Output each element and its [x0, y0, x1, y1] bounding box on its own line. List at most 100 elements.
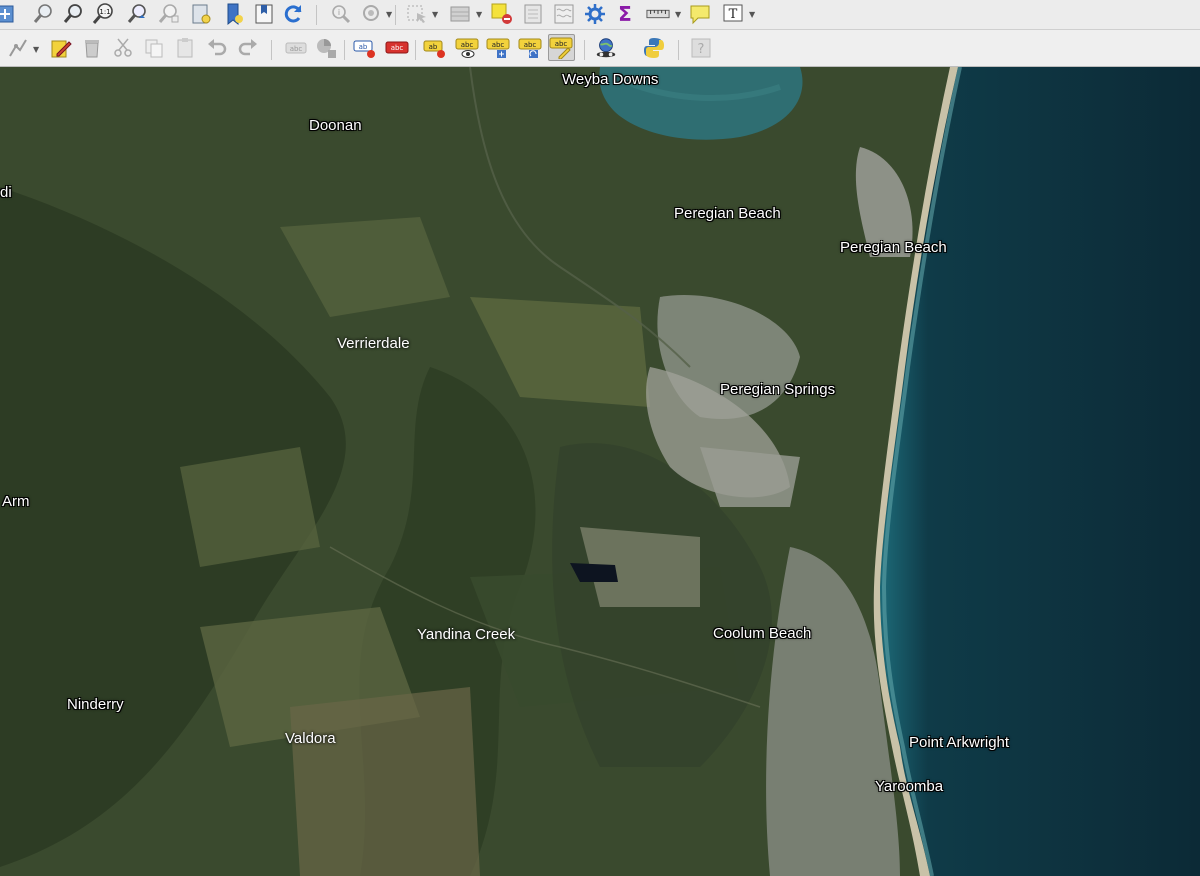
place-label-peregian-springs[interactable]: Peregian Springs [720, 381, 835, 398]
zoom-out-button[interactable] [62, 2, 86, 26]
digitizing-and-labels-toolbar: ▼ abc ab abc ab abc abc abc abc ? [0, 30, 1200, 67]
rotate-label-icon: abc [518, 38, 542, 58]
place-label-yandina-creek[interactable]: Yandina Creek [417, 626, 515, 643]
pin-unpin-labels-button[interactable]: ab [423, 36, 447, 60]
deselect-all-button[interactable] [490, 2, 514, 26]
text-annotation-button[interactable]: T [721, 2, 745, 26]
undo-button[interactable] [205, 36, 229, 60]
field-calculator-button[interactable] [521, 2, 545, 26]
map-tips-button[interactable] [688, 2, 712, 26]
toolbar-separator [415, 40, 416, 60]
sigma-button[interactable]: Σ [613, 2, 637, 26]
text-annotation-dropdown-arrow[interactable]: ▼ [749, 10, 755, 19]
digitize-dropdown-arrow[interactable]: ▼ [33, 45, 39, 54]
svg-text:1:1: 1:1 [99, 8, 110, 16]
place-label-doonan[interactable]: Doonan [309, 117, 362, 134]
place-label-peregian-beach[interactable]: Peregian Beach [674, 205, 781, 222]
run-feature-action-icon [363, 5, 379, 21]
new-bookmark-icon [227, 3, 243, 26]
redo-icon [238, 39, 257, 56]
field-calculator-icon [524, 4, 542, 24]
toolbar-separator [584, 40, 585, 60]
place-label-partial-di[interactable]: di [0, 184, 12, 201]
toolbox-gear-button[interactable] [583, 2, 607, 26]
layer-labeling-options-button[interactable]: abc [284, 36, 308, 60]
zoom-native-resolution-button[interactable]: 1:1 [92, 2, 116, 26]
copy-features-button[interactable] [142, 36, 166, 60]
refresh-button[interactable] [281, 2, 305, 26]
layer-labeling-options-icon: abc [285, 42, 307, 54]
new-bookmark-button[interactable] [222, 2, 246, 26]
svg-text:abc: abc [290, 45, 303, 53]
svg-text:abc: abc [555, 40, 568, 48]
cut-features-button[interactable] [111, 36, 135, 60]
run-feature-action-dropdown-arrow[interactable]: ▼ [386, 10, 392, 19]
show-hide-labels-icon: abc [455, 38, 479, 58]
help-whats-this-button[interactable]: ? [689, 36, 713, 60]
delete-selected-button[interactable] [80, 36, 104, 60]
toolbar-separator [271, 40, 272, 60]
zoom-last-button[interactable] [125, 2, 149, 26]
run-feature-action-button[interactable] [360, 2, 384, 26]
highlight-pinned-labels-button[interactable]: ab [353, 36, 377, 60]
toggle-editing-button[interactable] [49, 36, 73, 60]
zoom-last-icon [127, 4, 146, 23]
paste-features-icon [177, 38, 193, 58]
open-attribute-table-dropdown-arrow[interactable]: ▼ [476, 10, 482, 19]
place-label-yaroomba[interactable]: Yaroomba [875, 778, 943, 795]
measure-line-button[interactable] [646, 2, 672, 26]
place-label-verrierdale[interactable]: Verrierdale [337, 335, 410, 352]
place-label-point-arkwright[interactable]: Point Arkwright [909, 734, 1009, 751]
toggle-display-unplaced-labels-button[interactable]: abc [385, 36, 409, 60]
show-hide-labels-button[interactable]: abc [455, 36, 479, 60]
place-label-valdora[interactable]: Valdora [285, 730, 336, 747]
place-label-coolum-beach[interactable]: Coolum Beach [713, 625, 811, 642]
paste-features-button[interactable] [173, 36, 197, 60]
svg-text:abc: abc [391, 44, 404, 52]
open-attribute-table-button[interactable] [448, 2, 472, 26]
sigma-icon: Σ [618, 2, 632, 26]
svg-text:ab: ab [429, 43, 438, 51]
toggle-display-unplaced-labels-icon: abc [385, 41, 409, 54]
toolbar-separator [316, 5, 317, 25]
map-navigation-toolbar: 1:1 i ▼ ▼ ▼ Σ ▼ T ▼ [0, 0, 1200, 30]
place-label-ninderry[interactable]: Ninderry [67, 696, 124, 713]
deselect-all-icon [491, 3, 512, 24]
identify-features-button[interactable]: i [328, 2, 352, 26]
select-features-button[interactable] [405, 2, 429, 26]
place-label-peregian-beach-coast[interactable]: Peregian Beach [840, 239, 947, 256]
identify-features-icon: i [332, 5, 351, 24]
undo-icon [208, 39, 227, 56]
svg-text:i: i [338, 8, 340, 17]
pan-map-to-selection-button[interactable] [0, 2, 18, 26]
svg-text:?: ? [698, 42, 705, 57]
zoom-next-button[interactable] [157, 2, 181, 26]
select-features-icon [407, 5, 426, 23]
statistical-summary-button[interactable] [552, 2, 576, 26]
svg-text:abc: abc [492, 41, 505, 49]
redo-button[interactable] [236, 36, 260, 60]
select-features-dropdown-arrow[interactable]: ▼ [432, 10, 438, 19]
rotate-label-button[interactable]: abc [518, 36, 542, 60]
show-bookmarks-button[interactable] [252, 2, 276, 26]
measure-dropdown-arrow[interactable]: ▼ [675, 10, 681, 19]
python-console-icon [644, 38, 664, 58]
new-map-view-button[interactable] [190, 2, 214, 26]
openlayers-plugin-button[interactable] [594, 36, 620, 60]
pin-unpin-labels-icon: ab [423, 40, 445, 58]
layer-diagram-options-button[interactable] [314, 36, 338, 60]
digitize-with-segment-button[interactable] [6, 36, 30, 60]
move-label-button[interactable]: abc [486, 36, 510, 60]
place-label-partial-arm[interactable]: Arm [2, 493, 30, 510]
change-label-button[interactable]: abc [548, 34, 575, 61]
place-label-weyba-downs[interactable]: Weyba Downs [562, 71, 658, 88]
zoom-in-button[interactable] [32, 2, 56, 26]
python-console-button[interactable] [642, 36, 666, 60]
map-canvas[interactable]: Weyba Downs Doonan di Peregian Beach Per… [0, 67, 1200, 876]
toolbox-gear-icon [585, 4, 605, 24]
zoom-out-icon [63, 4, 82, 23]
zoom-native-resolution-icon: 1:1 [92, 3, 113, 24]
open-attribute-table-icon [450, 6, 470, 22]
move-label-icon: abc [486, 38, 510, 58]
change-label-icon: abc [549, 37, 573, 59]
